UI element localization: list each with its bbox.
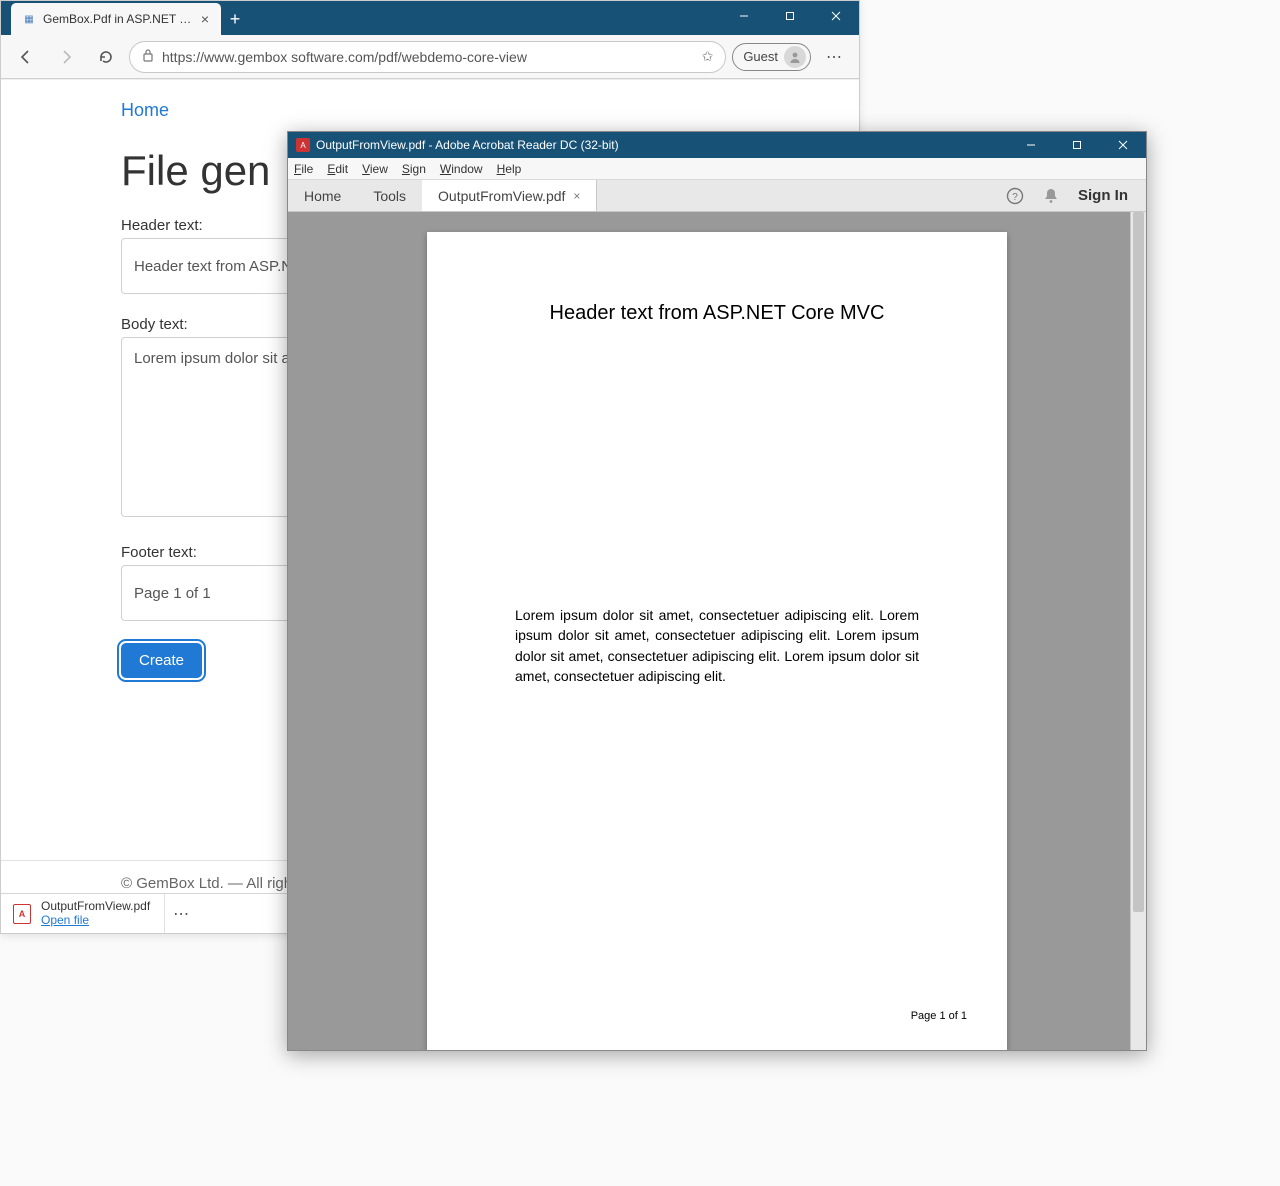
- profile-label: Guest: [743, 49, 778, 64]
- avatar-icon: [784, 46, 806, 68]
- acrobat-close-button[interactable]: [1100, 130, 1146, 160]
- url-text: https://www.gembox software.com/pdf/webd…: [162, 49, 694, 65]
- download-filename: OutputFromView.pdf: [41, 900, 150, 914]
- home-link[interactable]: Home: [121, 100, 169, 120]
- close-window-button[interactable]: [813, 1, 859, 31]
- download-more-button[interactable]: ⋯: [173, 904, 190, 924]
- minimize-button[interactable]: [721, 1, 767, 31]
- sign-in-button[interactable]: Sign In: [1078, 187, 1128, 204]
- help-icon[interactable]: ?: [1006, 187, 1024, 205]
- menu-window[interactable]: Window: [440, 162, 483, 176]
- pdf-header-text: Header text from ASP.NET Core MVC: [515, 302, 919, 325]
- forward-button[interactable]: [49, 40, 83, 74]
- bell-icon[interactable]: [1042, 187, 1060, 205]
- acrobat-scrollbar[interactable]: [1130, 212, 1146, 1050]
- pdf-body-text: Lorem ipsum dolor sit amet, consectetuer…: [515, 605, 919, 686]
- create-button[interactable]: Create: [121, 643, 202, 678]
- menu-file[interactable]: File: [294, 162, 313, 176]
- browser-toolbar: https://www.gembox software.com/pdf/webd…: [1, 35, 859, 79]
- tab-document-title: OutputFromView.pdf: [438, 188, 565, 204]
- menu-sign[interactable]: Sign: [402, 162, 426, 176]
- menu-view[interactable]: View: [362, 162, 388, 176]
- favorite-icon[interactable]: ✩: [702, 48, 714, 65]
- scrollbar-thumb[interactable]: [1133, 212, 1144, 912]
- address-bar[interactable]: https://www.gembox software.com/pdf/webd…: [129, 41, 726, 73]
- reload-button[interactable]: [89, 40, 123, 74]
- tab-tools[interactable]: Tools: [357, 180, 422, 211]
- pdf-file-icon: A: [13, 904, 31, 924]
- acrobat-title: OutputFromView.pdf - Adobe Acrobat Reade…: [316, 138, 619, 152]
- acrobat-titlebar[interactable]: A OutputFromView.pdf - Adobe Acrobat Rea…: [288, 132, 1146, 158]
- tab-title: GemBox.Pdf in ASP.NET Core MV: [43, 12, 193, 26]
- acrobat-menubar: File Edit View Sign Window Help: [288, 158, 1146, 180]
- pdf-page: Header text from ASP.NET Core MVC Lorem …: [427, 232, 1007, 1050]
- close-tab-icon[interactable]: ×: [199, 11, 211, 27]
- close-doc-tab-icon[interactable]: ×: [573, 189, 580, 203]
- browser-tab[interactable]: ▦ GemBox.Pdf in ASP.NET Core MV ×: [11, 3, 221, 35]
- menu-help[interactable]: Help: [497, 162, 522, 176]
- favicon-icon: ▦: [21, 11, 37, 27]
- profile-button[interactable]: Guest: [732, 43, 811, 71]
- more-options-button[interactable]: ⋯: [817, 40, 851, 74]
- tab-document[interactable]: OutputFromView.pdf ×: [422, 180, 597, 211]
- window-controls: [721, 1, 859, 31]
- acrobat-maximize-button[interactable]: [1054, 130, 1100, 160]
- browser-tab-strip: ▦ GemBox.Pdf in ASP.NET Core MV × +: [1, 1, 859, 35]
- acrobat-tabbar: Home Tools OutputFromView.pdf × ? Sign I…: [288, 180, 1146, 212]
- back-button[interactable]: [9, 40, 43, 74]
- download-item[interactable]: A OutputFromView.pdf Open file: [13, 894, 165, 933]
- pdf-viewport[interactable]: Header text from ASP.NET Core MVC Lorem …: [288, 212, 1146, 1050]
- menu-edit[interactable]: Edit: [327, 162, 348, 176]
- acrobat-minimize-button[interactable]: [1008, 130, 1054, 160]
- open-file-link[interactable]: Open file: [41, 914, 150, 928]
- acrobat-window: A OutputFromView.pdf - Adobe Acrobat Rea…: [287, 131, 1147, 1051]
- lock-icon: [142, 48, 154, 65]
- pdf-app-icon: A: [296, 138, 310, 152]
- footer-text: © GemBox Ltd. — All right: [121, 875, 296, 892]
- new-tab-button[interactable]: +: [221, 5, 249, 33]
- maximize-button[interactable]: [767, 1, 813, 31]
- tab-home[interactable]: Home: [288, 180, 357, 211]
- svg-text:?: ?: [1012, 192, 1018, 203]
- pdf-footer-text: Page 1 of 1: [911, 1010, 967, 1022]
